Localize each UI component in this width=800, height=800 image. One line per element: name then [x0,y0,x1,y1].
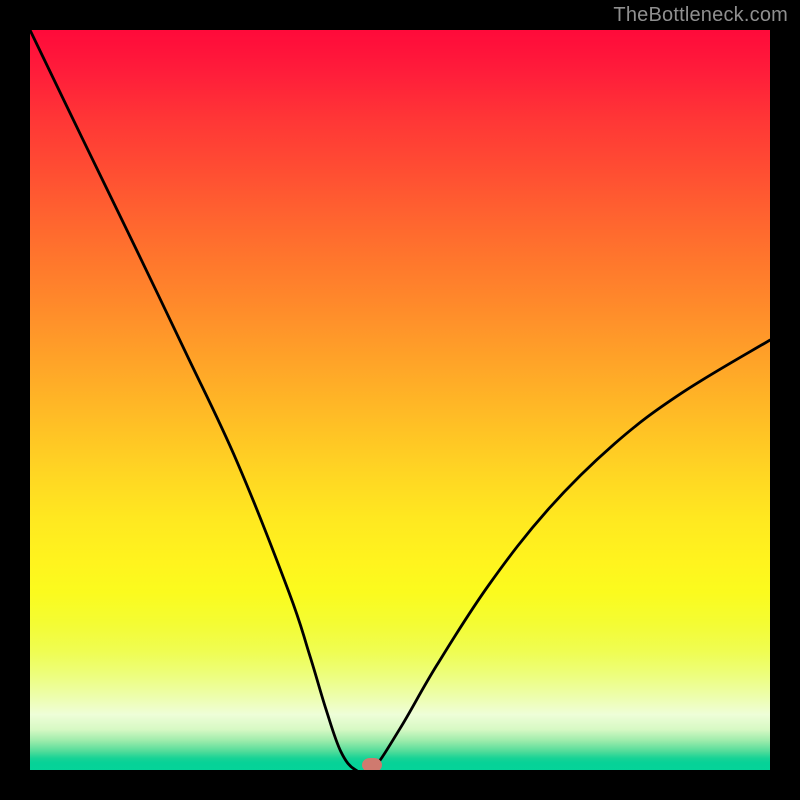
watermark-text: TheBottleneck.com [613,4,788,27]
plot-area [30,30,770,770]
chart-frame: TheBottleneck.com [0,0,800,800]
optimal-point-marker [362,758,382,770]
background-gradient [30,30,770,770]
